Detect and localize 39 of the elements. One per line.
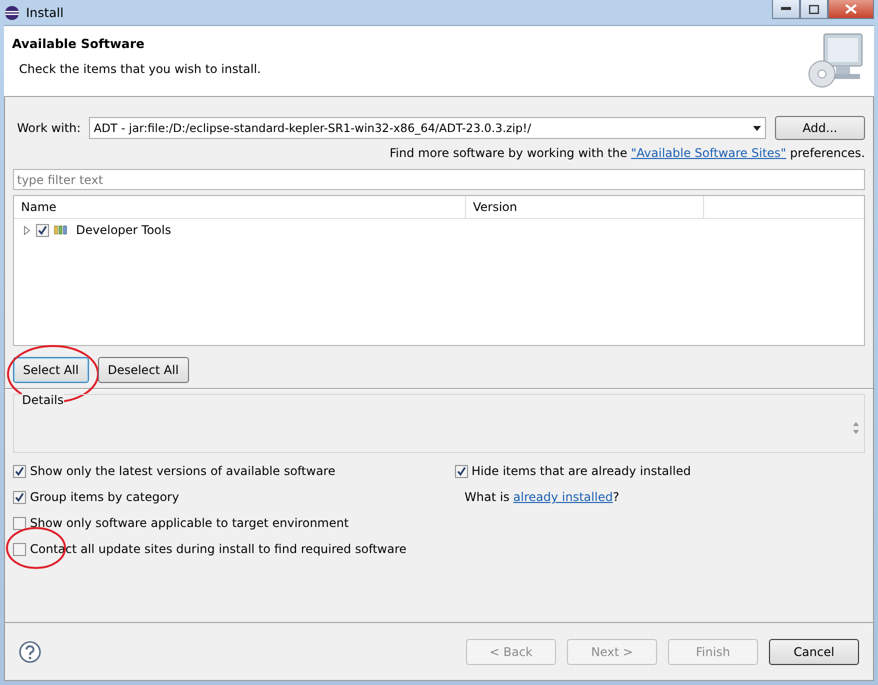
- tree-item-label[interactable]: Developer Tools: [76, 223, 172, 237]
- already-installed-link[interactable]: already installed: [513, 490, 613, 504]
- help-icon[interactable]: [19, 640, 41, 662]
- available-software-sites-link[interactable]: "Available Software Sites": [631, 146, 786, 160]
- minimize-button[interactable]: [772, 0, 800, 19]
- details-label: Details: [22, 393, 64, 407]
- window-title: Install: [26, 5, 64, 20]
- checkbox[interactable]: [13, 490, 26, 504]
- checkbox[interactable]: [13, 542, 26, 556]
- close-button[interactable]: [828, 0, 874, 19]
- option-label[interactable]: Show only software applicable to target environment: [30, 516, 349, 530]
- selection-button[interactable]: Select All: [13, 357, 89, 383]
- page-title: Available Software: [12, 36, 146, 51]
- selection-button[interactable]: Deselect All: [98, 357, 189, 383]
- expand-icon[interactable]: [23, 226, 31, 234]
- option-label[interactable]: Group items by category: [30, 490, 180, 504]
- work-with-combo[interactable]: ADT - jar:file:/D:/eclipse-standard-kepler-SR1-win32-x86_64/ADT-23.0.3.zip!/: [88, 117, 766, 139]
- eclipse-icon: [4, 4, 20, 20]
- maximize-button[interactable]: [800, 0, 828, 19]
- minimize-icon: [781, 7, 791, 11]
- checkbox[interactable]: [36, 224, 49, 236]
- checkbox[interactable]: [13, 516, 26, 530]
- sites-note: Find more software by working with the "Available Software Sites" preferences.: [390, 146, 865, 160]
- option-label[interactable]: Hide items that are already installed: [472, 464, 691, 478]
- maximize-icon: [809, 4, 819, 14]
- already-installed-note: What is already installed?: [464, 490, 620, 504]
- package-icon: [54, 225, 68, 235]
- column-header[interactable]: Version: [466, 196, 704, 218]
- work-with-label: Work with:: [17, 121, 81, 135]
- checkbox[interactable]: [13, 464, 26, 478]
- close-icon: [845, 4, 857, 14]
- caret-icon: [753, 126, 761, 130]
- column-header[interactable]: Name: [14, 196, 466, 218]
- add-button[interactable]: Add...: [775, 116, 865, 140]
- filter-field[interactable]: type filter text: [13, 169, 865, 190]
- wizard-button[interactable]: Cancel: [769, 638, 859, 664]
- page-description: Check the items that you wish to install.: [19, 62, 261, 76]
- checkbox[interactable]: [454, 464, 468, 478]
- option-label[interactable]: Show only the latest versions of available software: [30, 464, 336, 478]
